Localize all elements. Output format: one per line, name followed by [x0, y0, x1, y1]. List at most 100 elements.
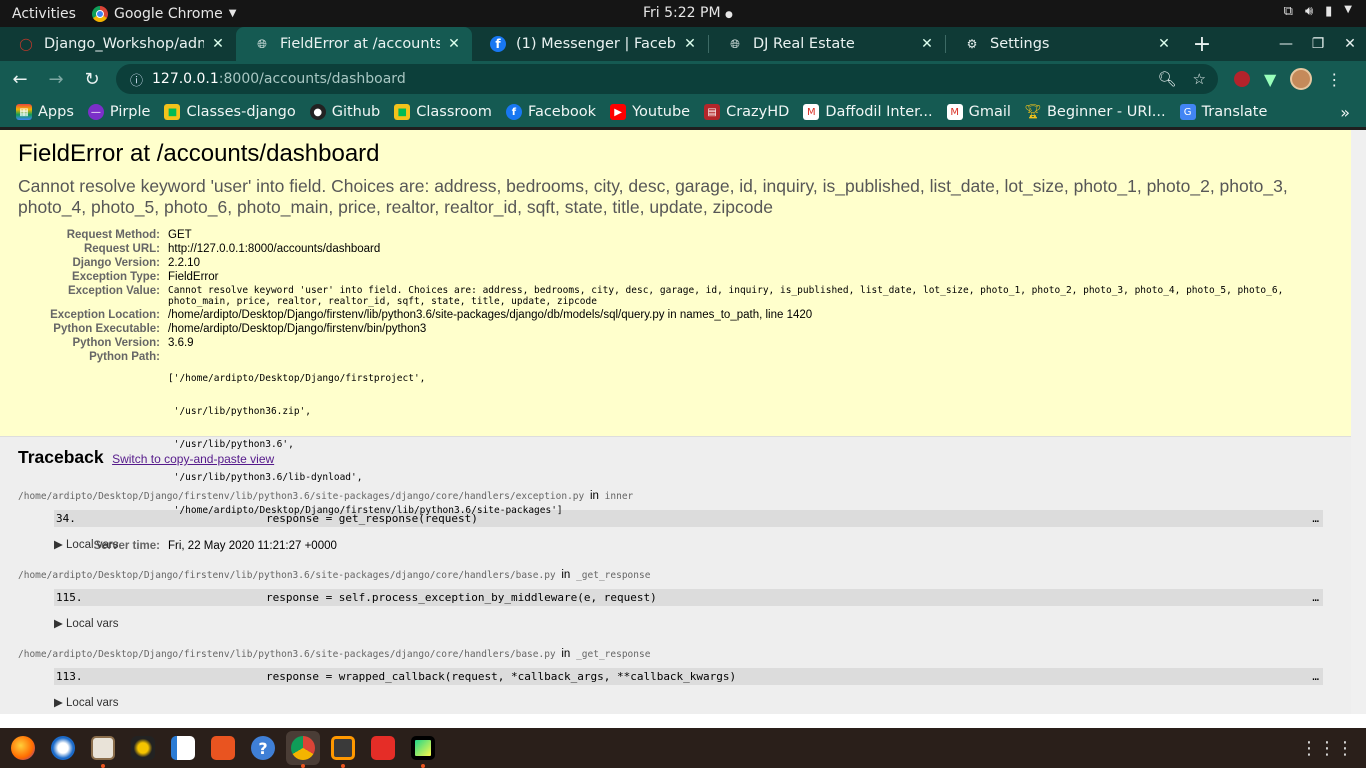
close-icon[interactable]: ✕ [210, 36, 226, 52]
zoom-icon[interactable]: 🔍︎ [1158, 70, 1177, 88]
facebook-icon: f [505, 104, 522, 120]
code-text: response = get_response(request) [160, 512, 478, 525]
system-top-bar: Activities Google Chrome ▼ Fri 5:22 PM ●… [0, 0, 1366, 27]
pirple-icon: — [87, 104, 104, 120]
switch-view-link[interactable]: Switch to copy-and-paste view [112, 452, 274, 466]
bookmark-classes-django[interactable]: ■ Classes-django [164, 104, 296, 120]
rhythmbox-launcher[interactable] [126, 731, 160, 765]
horizontal-scroll-area [0, 714, 1366, 728]
writer-launcher[interactable] [166, 731, 200, 765]
apps-grid-icon: ▦ [16, 104, 32, 120]
chevron-down-icon: ▼ [1344, 4, 1352, 15]
software-launcher[interactable] [206, 731, 240, 765]
sublime-icon [331, 736, 355, 760]
close-icon[interactable]: ✕ [1156, 36, 1172, 52]
bookmark-label: CrazyHD [726, 104, 790, 120]
tab-title: (1) Messenger | Facebook [516, 36, 676, 52]
help-launcher[interactable]: ? [246, 731, 280, 765]
expand-context[interactable]: … [1312, 670, 1323, 683]
close-icon[interactable]: ✕ [919, 36, 935, 52]
info-icon[interactable]: ⓘ [130, 70, 144, 89]
line-number: 34. [56, 512, 76, 525]
line-number: 113. [56, 670, 83, 683]
anydesk-launcher[interactable] [366, 731, 400, 765]
bookmark-youtube[interactable]: ▶ Youtube [610, 104, 690, 120]
meta-label: Request URL: [83, 243, 160, 255]
software-bag-icon [211, 736, 235, 760]
help-icon: ? [251, 736, 275, 760]
browser-toolbar: ← → ↻ ⓘ 127.0.0.1:8000/accounts/dashboar… [0, 61, 1366, 97]
thunderbird-launcher[interactable] [46, 731, 80, 765]
system-status-icons[interactable]: ⧉ 🔊︎ ▮ ▼ [1284, 4, 1352, 19]
meta-value: /home/ardipto/Desktop/Django/firstenv/bi… [168, 323, 427, 335]
bookmark-facebook[interactable]: f Facebook [505, 104, 596, 120]
tab-messenger[interactable]: f (1) Messenger | Facebook ✕ [472, 27, 708, 61]
bookmark-apps[interactable]: ▦ Apps [16, 104, 74, 120]
chrome-launcher[interactable] [286, 731, 320, 768]
bookmark-daffodil[interactable]: M Daffodil Inter... [803, 104, 933, 120]
frame-path: /home/ardipto/Desktop/Django/firstenv/li… [18, 570, 556, 581]
frame-code-line[interactable]: 113. response = wrapped_callback(request… [54, 668, 1323, 685]
address-bar[interactable]: ⓘ 127.0.0.1:8000/accounts/dashboard 🔍︎ ☆ [116, 64, 1218, 94]
new-tab-button[interactable]: + [1182, 27, 1222, 61]
exception-value-heading: Cannot resolve keyword 'user' into field… [18, 176, 1288, 217]
back-button[interactable]: ← [4, 63, 36, 95]
close-icon[interactable]: ✕ [446, 36, 462, 52]
meta-row: Exception Location: /home/ardipto/Desktop… [18, 308, 1333, 322]
clock[interactable]: Fri 5:22 PM ● [643, 5, 733, 21]
page-scrollbar[interactable] [1351, 130, 1366, 714]
files-launcher[interactable] [86, 731, 120, 768]
expand-context[interactable]: … [1312, 512, 1323, 525]
notification-dot-icon: ● [725, 10, 733, 20]
menu-dots-icon[interactable]: ⋮ [1326, 70, 1342, 89]
bookmarks-overflow-icon[interactable]: » [1340, 103, 1350, 122]
show-applications-icon[interactable]: ⋮⋮⋮ [1300, 738, 1354, 759]
frame-code-line[interactable]: 115. response = self.process_exception_b… [54, 589, 1323, 606]
bookmark-gmail[interactable]: M Gmail [946, 104, 1011, 120]
meta-row: Exception Value: Cannot resolve keyword '… [18, 284, 1333, 308]
firefox-icon [11, 736, 35, 760]
app-menu[interactable]: Google Chrome ▼ [92, 5, 236, 22]
anydesk-icon [371, 736, 395, 760]
tab-django-workshop[interactable]: ◯ Django_Workshop/admin ✕ [0, 27, 236, 61]
frame-code-line[interactable]: 34. response = get_response(request) … [54, 510, 1323, 527]
local-vars-toggle[interactable]: ▶ Local vars [54, 616, 1333, 630]
close-window-icon[interactable]: ✕ [1334, 27, 1366, 61]
extension-red-icon[interactable] [1234, 71, 1250, 87]
bookmark-classroom[interactable]: ■ Classroom [394, 104, 492, 120]
frame-path: /home/ardipto/Desktop/Django/firstenv/li… [18, 649, 556, 660]
close-icon[interactable]: ✕ [682, 36, 698, 52]
expand-context[interactable]: … [1312, 591, 1323, 604]
activities-button[interactable]: Activities [0, 6, 92, 22]
bookmark-github[interactable]: ● Github [309, 104, 380, 120]
meta-row: Django Version: 2.2.10 [18, 256, 1333, 270]
pycharm-launcher[interactable] [406, 731, 440, 768]
line-number: 115. [56, 591, 83, 604]
local-vars-toggle[interactable]: ▶ Local vars [54, 695, 1333, 709]
minimize-icon[interactable]: — [1270, 27, 1302, 61]
bookmark-crazyhd[interactable]: ▤ CrazyHD [704, 104, 789, 120]
bookmark-label: Gmail [968, 104, 1011, 120]
bookmark-star-icon[interactable]: ☆ [1193, 70, 1206, 88]
tab-title: Settings [990, 36, 1050, 52]
bookmark-beginner-uri[interactable]: 🏆︎ Beginner - URI... [1024, 104, 1166, 120]
meta-row: Request URL: http://127.0.0.1:8000/accoun… [18, 242, 1333, 256]
meta-value: FieldError [168, 271, 219, 283]
meta-value: GET [168, 229, 192, 241]
document-icon [171, 736, 195, 760]
gear-icon: ⚙ [966, 37, 978, 51]
tab-settings[interactable]: ⚙ Settings ✕ [946, 27, 1182, 61]
frame-in: in [561, 648, 571, 660]
bookmark-translate[interactable]: G Translate [1179, 104, 1267, 120]
firefox-launcher[interactable] [6, 731, 40, 765]
extension-vue-icon[interactable]: ▼ [1264, 70, 1276, 89]
avatar[interactable] [1290, 68, 1313, 90]
maximize-icon[interactable]: ❐ [1302, 27, 1334, 61]
sublime-launcher[interactable] [326, 731, 360, 768]
meta-label: Exception Value: [67, 285, 160, 297]
bookmark-pirple[interactable]: — Pirple [87, 104, 150, 120]
tab-fielderror[interactable]: 🌐︎ FieldError at /accounts/d ✕ [236, 27, 472, 61]
reload-button[interactable]: ↻ [76, 63, 108, 95]
forward-button[interactable]: → [40, 63, 72, 95]
tab-dj-real-estate[interactable]: 🌐︎ DJ Real Estate ✕ [709, 27, 945, 61]
